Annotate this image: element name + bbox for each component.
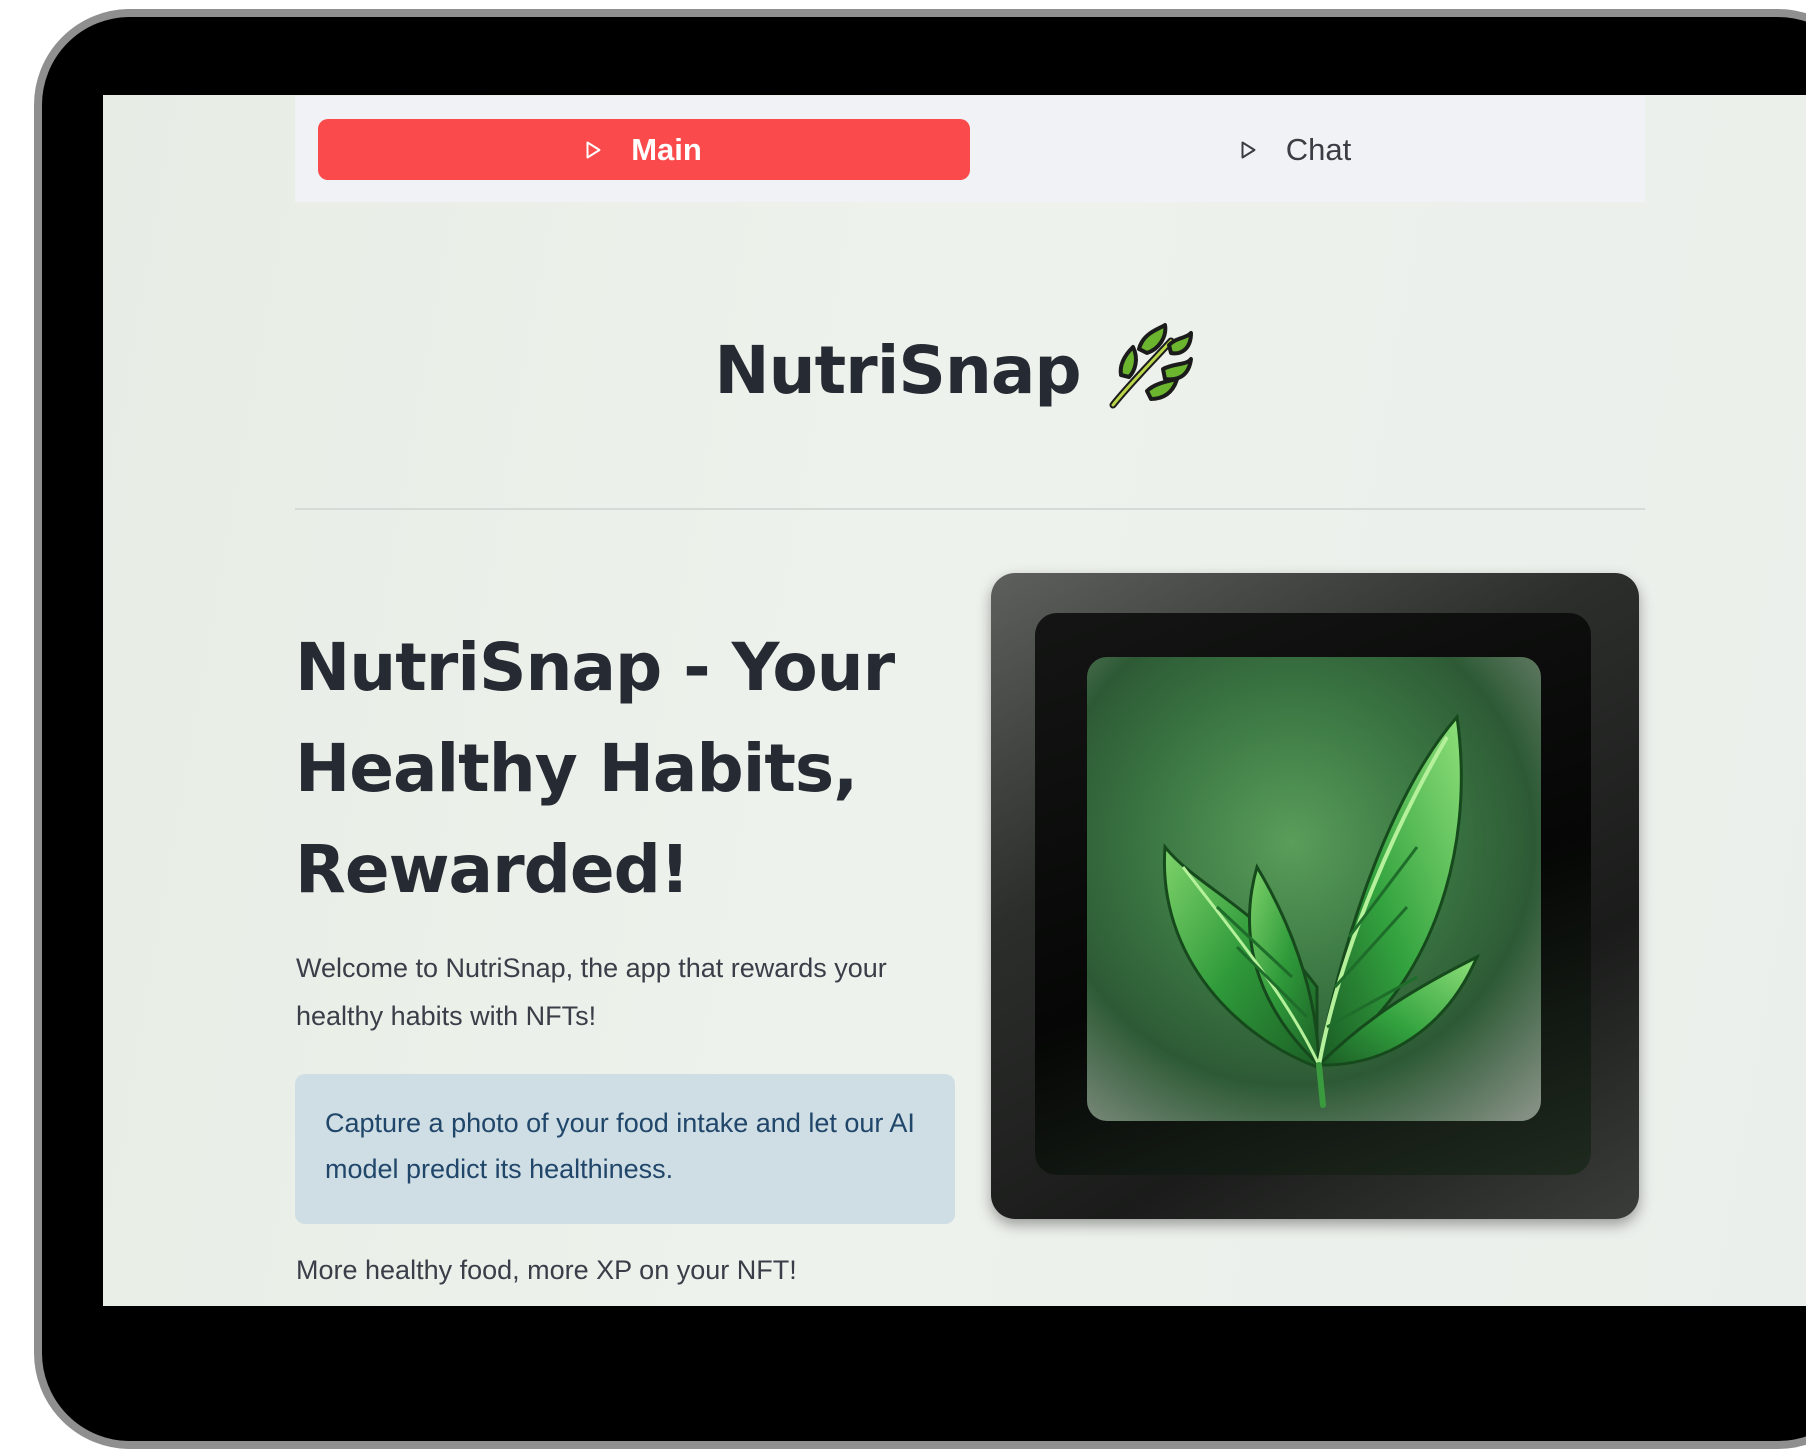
xp-text: More healthy food, more XP on your NFT! (296, 1255, 797, 1285)
hero-image (991, 573, 1639, 1219)
play-outline-icon (586, 141, 601, 159)
tab-chat[interactable]: Chat (970, 119, 1622, 180)
tab-main[interactable]: Main (318, 119, 970, 180)
app-title: NutriSnap (103, 323, 1806, 423)
divider (295, 508, 1645, 510)
play-outline-icon (1241, 141, 1256, 159)
tab-chat-label: Chat (1285, 131, 1352, 167)
hero-headline: NutriSnap - Your Healthy Habits, Rewarde… (295, 629, 895, 908)
leaf-app-icon (1087, 657, 1541, 1121)
welcome-text: Welcome to NutriSnap, the app that rewar… (296, 953, 887, 1031)
info-callout: Capture a photo of your food intake and … (295, 1074, 955, 1224)
info-callout-text: Capture a photo of your food intake and … (325, 1108, 915, 1184)
tab-main-label: Main (631, 131, 702, 167)
app-title-text: NutriSnap (714, 332, 1081, 410)
hero-image-bezel (1035, 613, 1591, 1175)
herb-icon (1099, 319, 1195, 415)
tab-bar: Main Chat (295, 96, 1645, 202)
app-screen: Main Chat NutriSnap NutriSnap - Your Hea… (103, 95, 1806, 1306)
